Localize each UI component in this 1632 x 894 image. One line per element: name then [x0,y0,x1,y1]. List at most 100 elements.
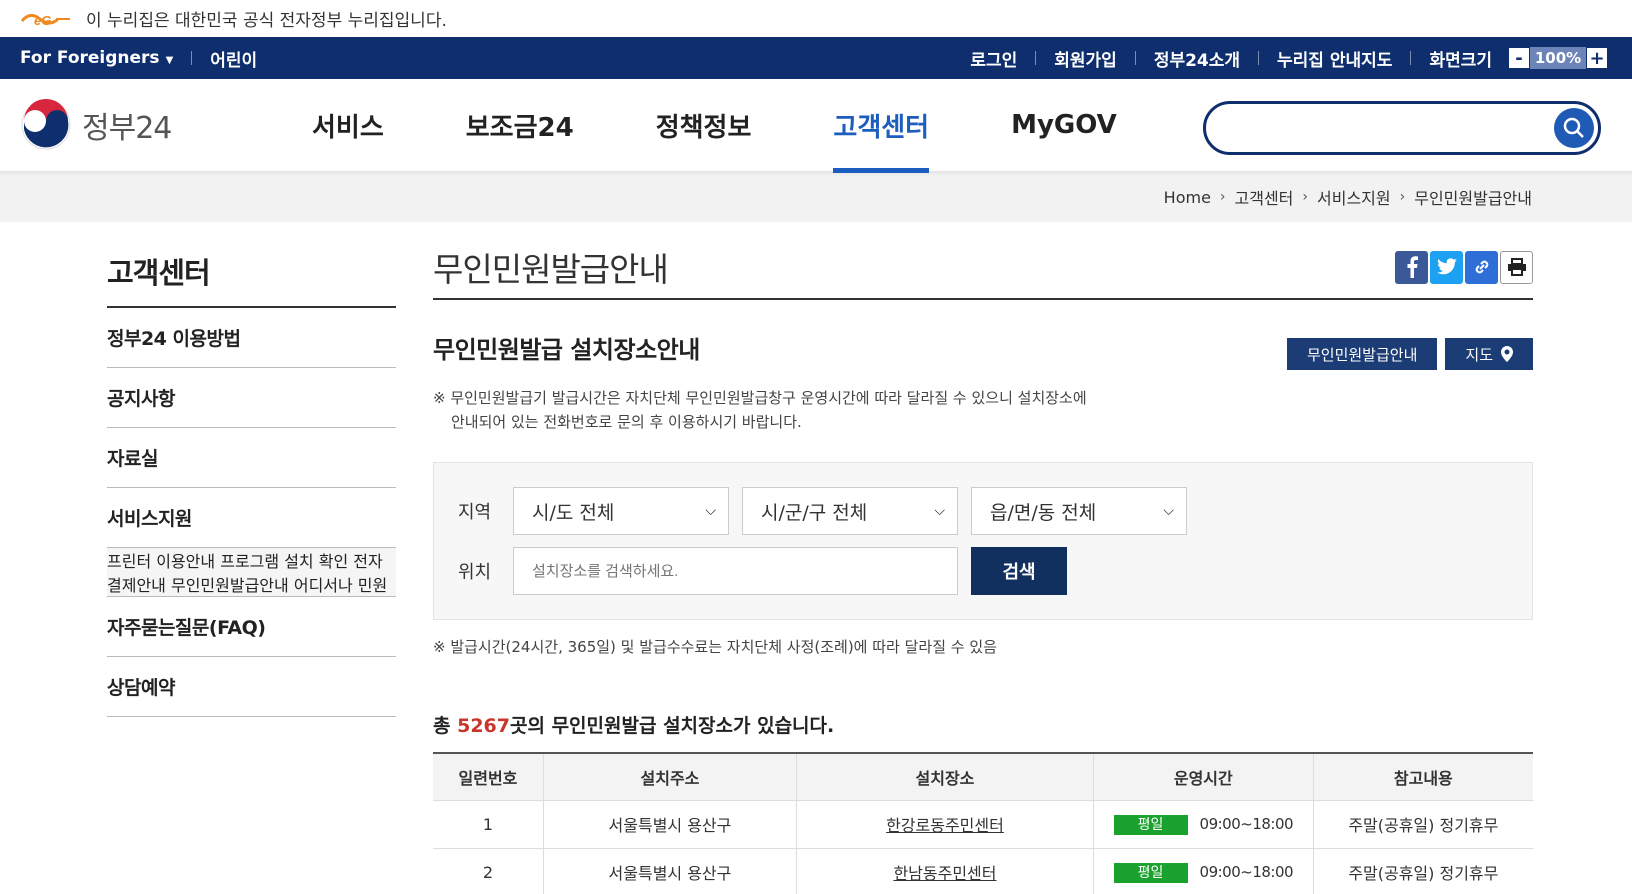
svg-text:eG: eG [34,13,51,28]
kiosk-notice: ※ 무인민원발급기 발급시간은 자치단체 무인민원발급창구 운영시간에 따라 달… [433,386,1533,434]
col-header-hours: 운영시간 [1092,753,1314,801]
page-title: 무인민원발급안내 [433,250,669,289]
login-link[interactable]: 로그인 [970,46,1017,71]
divider [1134,51,1136,65]
sidebar-item-faq[interactable]: 자주묻는질문(FAQ) [107,597,396,657]
main-content: 무인민원발급안내 무인민원발급 설치장소안내 무인민원발급안내 지도 ※ 무인민… [433,246,1533,894]
zoom-control: - 100% + [1508,47,1608,69]
kids-link[interactable]: 어린이 [210,46,257,71]
col-header-place: 설치장소 [796,753,1094,801]
section-title: 무인민원발급 설치장소안내 [433,335,700,364]
page-title-row: 무인민원발급안내 [433,246,1533,300]
taegeuk-logo-icon [21,99,71,150]
cell-address: 서울특별시 용산구 [542,799,798,849]
sidebar-item-resources[interactable]: 자료실 [107,428,396,488]
for-foreigners-dropdown[interactable]: For Foreigners ▼ [20,48,173,68]
logo-text: 정부24 [82,111,172,146]
divider [1035,51,1037,65]
sidebar-item-service-support[interactable]: 서비스지원 [107,488,396,548]
col-header-note: 참고내용 [1312,753,1533,801]
search-icon [1563,117,1584,138]
share-buttons [1395,250,1533,284]
nav-services[interactable]: 서비스 [312,79,384,172]
place-link[interactable]: 한남동주민센터 [893,864,996,883]
breadcrumb-service-support[interactable]: 서비스지원 [1317,185,1391,209]
location-field [513,547,958,595]
sigungu-select[interactable]: 시/군/구 전체 ⌵ [742,487,958,535]
for-foreigners-label: For Foreigners [20,48,160,68]
sidebar-sub-anywhere-civil[interactable]: 어디서나 민원 [294,576,387,595]
sigungu-value: 시/군/구 전체 [761,501,868,524]
chevron-right-icon: › [1302,189,1309,205]
gov-banner: eG 이 누리집은 대한민국 공식 전자정부 누리집입니다. [0,0,1632,37]
gov24-logo[interactable]: 정부24 [20,99,280,151]
link-icon[interactable] [1465,250,1498,284]
chevron-down-icon: ⌵ [1163,503,1174,519]
table-row: 2 서울특별시 용산구 한남동주민센터 평일 09:00~18:00 주말(공휴일… [433,847,1533,894]
sidebar-item-consult-booking[interactable]: 상담예약 [107,657,396,717]
site-search-input[interactable] [1224,106,1554,150]
nav-customer-center[interactable]: 고객센터 [833,79,929,173]
sidebar-sub-printer-guide[interactable]: 프린터 이용안내 [107,552,215,571]
eupmyeondong-select[interactable]: 읍/면/동 전체 ⌵ [971,487,1187,535]
sidebar-sub-program-install[interactable]: 프로그램 설치 확인 [220,552,348,571]
egov-logo-icon: eG [20,13,70,28]
cell-hours: 평일 09:00~18:00 [1092,847,1314,894]
cell-note: 주말(공휴일) 정기휴무 [1312,847,1533,894]
chevron-right-icon: › [1219,189,1226,205]
breadcrumb: Home › 고객센터 › 서비스지원 › 무인민원발급안내 [0,172,1632,222]
gov-banner-text: 이 누리집은 대한민국 공식 전자정부 누리집입니다. [86,11,447,31]
divider [191,51,193,65]
kiosk-notice-line1: ※ 무인민원발급기 발급시간은 자치단체 무인민원발급창구 운영시간에 따라 달… [433,389,1087,407]
place-link[interactable]: 한강로동주민센터 [886,816,1004,835]
about-gov24-link[interactable]: 정부24소개 [1154,46,1240,71]
zoom-in-button[interactable]: + [1586,47,1608,69]
hours-value: 09:00~18:00 [1199,862,1294,881]
kiosk-guide-button[interactable]: 무인민원발급안내 [1286,338,1438,370]
sidebar-submenu: 프린터 이용안내 프로그램 설치 확인 전자결제안내 무인민원발급안내 어디서나… [107,548,396,597]
location-label: 위치 [458,562,492,583]
location-search-button[interactable]: 검색 [971,547,1067,595]
eupmyeondong-value: 읍/면/동 전체 [990,501,1097,524]
nav-policy-info[interactable]: 정책정보 [656,79,752,172]
sido-select[interactable]: 시/도 전체 ⌵ [513,487,729,535]
caret-down-icon: ▼ [165,55,174,66]
breadcrumb-current: 무인민원발급안내 [1414,189,1532,208]
utility-bar: For Foreigners ▼ 어린이 로그인 회원가입 정부24소개 누리집 … [0,37,1632,79]
col-header-address: 설치주소 [542,753,798,801]
nav-mygov[interactable]: MyGOV [1011,79,1117,172]
count-number: 5267 [457,715,510,737]
cell-place: 한강로동주민센터 [796,799,1094,849]
map-button[interactable]: 지도 [1445,338,1533,370]
weekday-badge: 평일 [1113,862,1188,883]
search-filter: 지역 시/도 전체 ⌵ 시/군/구 전체 ⌵ 읍/면/동 전체 ⌵ 위치 검색 [433,462,1533,620]
divider [1258,51,1260,65]
site-search [1203,101,1601,155]
breadcrumb-home[interactable]: Home [1164,188,1211,207]
breadcrumb-customer-center[interactable]: 고객센터 [1235,185,1294,209]
nav-subsidy24[interactable]: 보조금24 [466,79,574,172]
header: 정부24 서비스 보조금24 정책정보 고객센터 MyGOV [0,79,1632,173]
location-search-input[interactable] [532,562,957,580]
search-button[interactable] [1554,108,1594,148]
twitter-icon[interactable] [1430,250,1463,284]
map-button-label: 지도 [1465,345,1493,364]
zoom-out-button[interactable]: - [1508,47,1530,69]
cell-no: 2 [433,847,544,894]
region-label: 지역 [458,502,492,523]
sidebar-sub-kiosk-guide[interactable]: 무인민원발급안내 [171,576,289,595]
count-suffix: 곳의 무인민원발급 설치장소가 있습니다. [510,715,835,737]
sidebar-item-notices[interactable]: 공지사항 [107,368,396,428]
signup-link[interactable]: 회원가입 [1054,46,1117,71]
sidebar-item-usage-guide[interactable]: 정부24 이용방법 [107,308,396,368]
col-header-no: 일련번호 [433,753,544,801]
cell-hours: 평일 09:00~18:00 [1092,799,1314,849]
result-count: 총 5267곳의 무인민원발급 설치장소가 있습니다. [433,711,1533,738]
sitemap-link[interactable]: 누리집 안내지도 [1277,46,1392,71]
table-row: 1 서울특별시 용산구 한강로동주민센터 평일 09:00~18:00 주말(공휴… [433,799,1533,849]
chevron-right-icon: › [1399,189,1406,205]
kiosk-notice-line2: 안내되어 있는 전화번호로 문의 후 이용하시기 바랍니다. [451,413,802,431]
facebook-icon[interactable] [1395,250,1428,284]
print-icon[interactable] [1500,250,1533,284]
zoom-label: 화면크기 [1429,50,1492,71]
